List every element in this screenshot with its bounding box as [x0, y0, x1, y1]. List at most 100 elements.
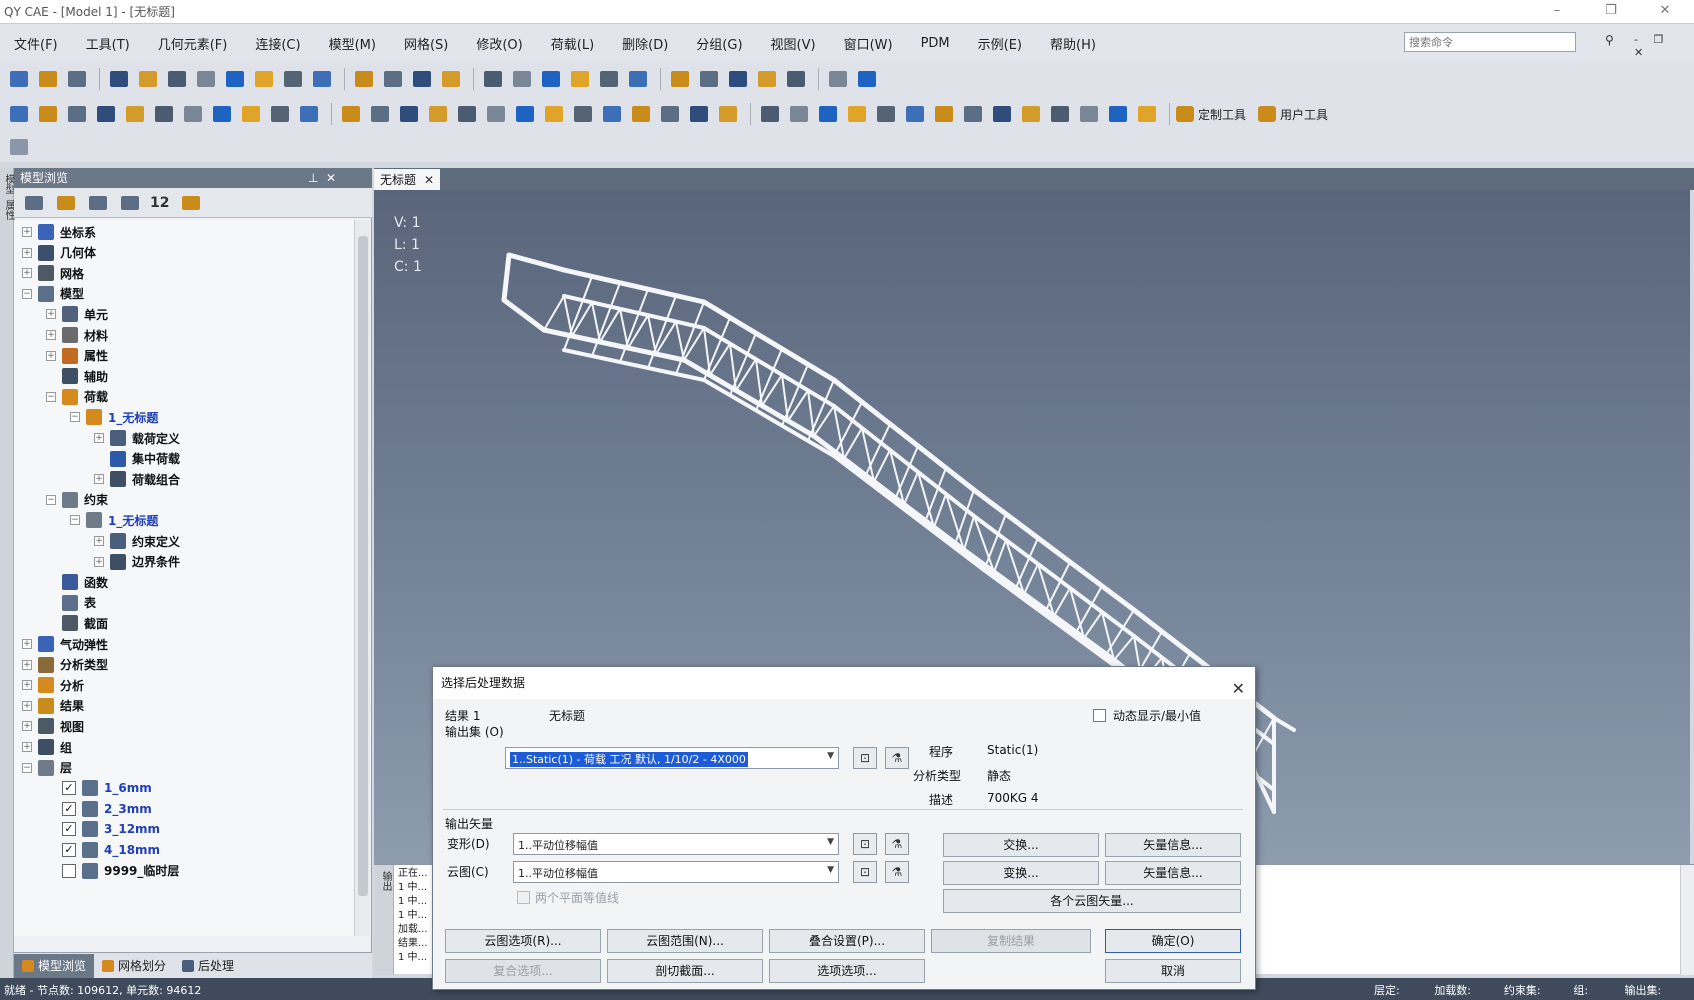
tool-button[interactable] — [1134, 102, 1160, 126]
tool-button[interactable] — [135, 67, 161, 91]
dynamic-minmax-checkbox[interactable] — [1093, 709, 1106, 722]
each-contour-vector-button[interactable]: 各个云图矢量... — [943, 889, 1241, 913]
tool-button[interactable] — [596, 67, 622, 91]
tool-button[interactable] — [35, 102, 61, 126]
tool-button[interactable] — [296, 102, 322, 126]
cancel-button[interactable]: 取消 — [1105, 959, 1241, 983]
output-scrollbar[interactable] — [1680, 865, 1694, 975]
expand-icon[interactable]: + — [46, 330, 56, 340]
tree-node[interactable]: + 气动弹性 — [22, 634, 108, 654]
deform-pick-button[interactable]: ⊡ — [853, 833, 877, 855]
expand-icon[interactable]: + — [22, 742, 32, 752]
collapse-icon[interactable]: − — [46, 391, 56, 402]
menu-load[interactable]: 荷载(L) — [537, 34, 608, 53]
tool-button[interactable] — [854, 67, 880, 91]
tool-button[interactable] — [180, 102, 206, 126]
tree-node[interactable]: + 网格 — [22, 263, 84, 283]
expand-icon[interactable]: + — [94, 433, 104, 443]
tool-button[interactable] — [409, 67, 435, 91]
tree-options-button[interactable] — [179, 193, 203, 213]
tree-node[interactable]: + 约束定义 — [94, 531, 180, 551]
tool-button[interactable] — [483, 102, 509, 126]
contour-options-button[interactable]: 云图选项(R)... — [445, 929, 601, 953]
contour-pick-button[interactable]: ⊡ — [853, 861, 877, 883]
close-icon[interactable]: ✕ — [1232, 673, 1245, 705]
tree-node[interactable]: 集中荷载 — [94, 449, 180, 469]
deform-select[interactable]: 1..平动位移幅值 ▼ — [513, 833, 839, 855]
tree-node[interactable]: − 层 — [22, 758, 72, 778]
tool-button[interactable] — [35, 67, 61, 91]
tool-button[interactable] — [825, 67, 851, 91]
output-set-filter-button[interactable]: ⚗ — [885, 747, 909, 769]
tool-button[interactable] — [209, 102, 235, 126]
collapse-icon[interactable]: − — [46, 494, 56, 505]
tree-node[interactable]: ✓ 3_12mm — [46, 819, 160, 839]
panel-close-icon[interactable]: ✕ — [326, 168, 336, 188]
menu-model[interactable]: 模型(M) — [315, 34, 390, 53]
tree-node[interactable]: + 分析类型 — [22, 655, 108, 675]
tree-node[interactable]: 9999_临时层 — [46, 861, 179, 881]
layer-visibility-checkbox[interactable] — [62, 863, 76, 878]
tool-button[interactable] — [509, 67, 535, 91]
tool-button[interactable] — [844, 102, 870, 126]
tab-meshing[interactable]: 网格划分 — [94, 954, 174, 978]
collapse-icon[interactable]: − — [22, 762, 32, 773]
menu-connection[interactable]: 连接(C) — [241, 34, 314, 53]
tool-button[interactable] — [541, 102, 567, 126]
tool-button[interactable] — [251, 67, 277, 91]
tree-node[interactable]: + 组 — [22, 737, 72, 757]
expand-icon[interactable]: + — [22, 227, 32, 237]
vector-info-button[interactable]: 矢量信息... — [1105, 833, 1241, 857]
menu-group[interactable]: 分组(G) — [682, 34, 756, 53]
menu-tools[interactable]: 工具(T) — [72, 34, 144, 53]
tool-button[interactable] — [6, 102, 32, 126]
tool-button[interactable] — [454, 102, 480, 126]
tab-untitled[interactable]: 无标题 ✕ — [374, 169, 441, 190]
tool-button[interactable] — [715, 102, 741, 126]
tool-button[interactable] — [93, 102, 119, 126]
expand-icon[interactable]: + — [22, 700, 32, 711]
tree-node[interactable]: − 约束 — [46, 490, 108, 510]
tool-button[interactable] — [902, 102, 928, 126]
collapse-icon[interactable]: − — [70, 515, 80, 526]
tool-button[interactable] — [1018, 102, 1044, 126]
maximize-button[interactable]: ❐ — [1588, 0, 1634, 24]
deform-filter-button[interactable]: ⚗ — [885, 833, 909, 855]
tree-node[interactable]: + 几何体 — [22, 243, 96, 263]
tool-button[interactable] — [425, 102, 451, 126]
menu-modify[interactable]: 修改(O) — [462, 34, 536, 53]
expand-icon[interactable]: + — [22, 680, 32, 691]
composite-options-button[interactable]: 复合选项... — [445, 959, 601, 983]
tool-button[interactable] — [873, 102, 899, 126]
tool-button[interactable] — [599, 102, 625, 126]
ok-button[interactable]: 确定(O) — [1105, 929, 1241, 953]
tab-postprocess[interactable]: 后处理 — [174, 954, 242, 978]
output-set-select[interactable]: 1..Static(1) - 荷载 工况 默认, 1/10/2 - 4X000 … — [505, 747, 839, 769]
tool-button[interactable] — [6, 67, 32, 91]
tool-button[interactable] — [351, 67, 377, 91]
tree-node[interactable]: − 荷载 — [46, 387, 108, 407]
new-view-button[interactable] — [6, 135, 32, 159]
tree-node[interactable]: + 单元 — [46, 304, 108, 324]
select-options-button[interactable]: 选项选项... — [769, 959, 925, 983]
pin-icon[interactable]: ⊥ — [308, 168, 318, 188]
expand-icon[interactable]: + — [94, 536, 104, 546]
menu-view[interactable]: 视图(V) — [757, 34, 830, 53]
expand-icon[interactable]: + — [94, 474, 104, 485]
layer-visibility-checkbox[interactable]: ✓ — [62, 843, 76, 857]
tree-node[interactable]: ✓ 1_6mm — [46, 778, 152, 798]
tool-button[interactable] — [480, 67, 506, 91]
tree-node[interactable]: − 1_无标题 — [70, 510, 158, 530]
vector-info-2-button[interactable]: 矢量信息... — [1105, 861, 1241, 885]
tool-button[interactable] — [989, 102, 1015, 126]
output-strip-label[interactable]: 输出 — [378, 871, 393, 891]
tool-button[interactable] — [438, 67, 464, 91]
tree-node[interactable]: 函数 — [46, 572, 108, 592]
tool-button[interactable] — [567, 67, 593, 91]
tool-button[interactable] — [338, 102, 364, 126]
tool-button[interactable] — [1105, 102, 1131, 126]
tree-load-button[interactable] — [54, 193, 78, 213]
command-search-input[interactable] — [1404, 32, 1576, 52]
layer-visibility-checkbox[interactable]: ✓ — [62, 781, 76, 796]
tool-button[interactable] — [1076, 102, 1102, 126]
